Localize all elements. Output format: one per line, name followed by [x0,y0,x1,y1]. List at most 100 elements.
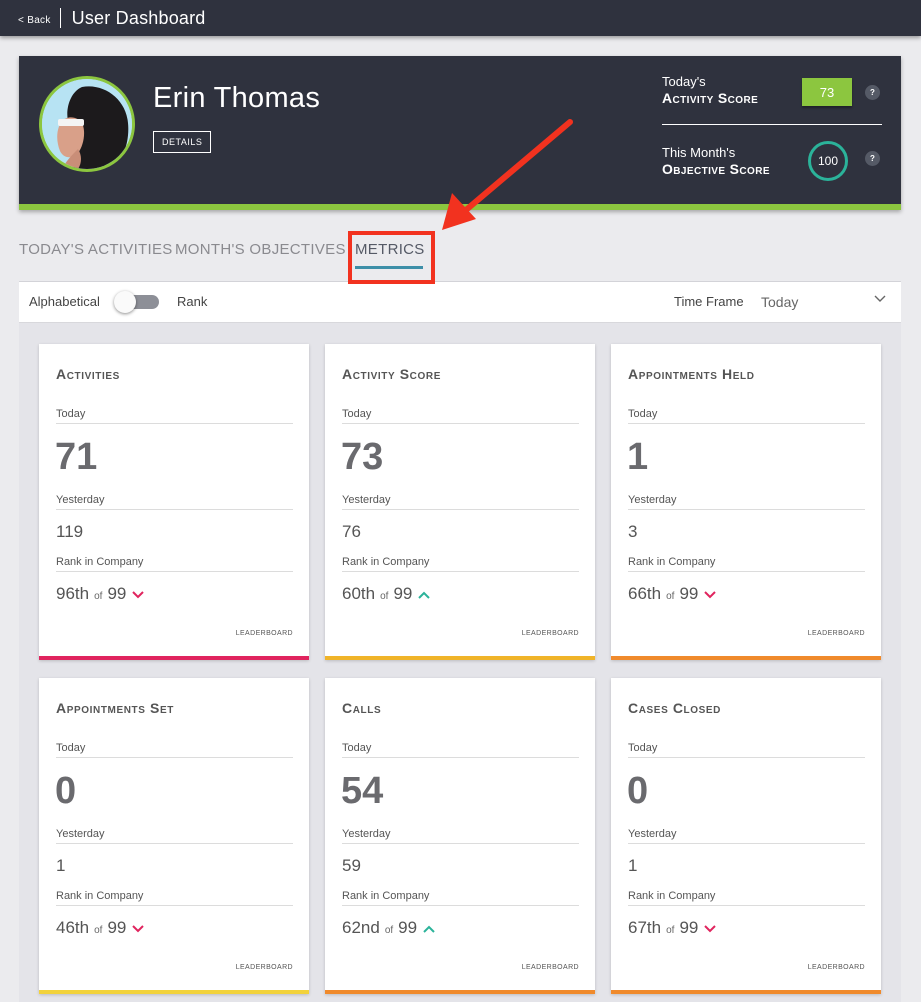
today-label: Today [628,742,865,758]
leaderboard-label: Leaderboard [235,961,293,972]
metric-card: Cases Closed Today 0 Yesterday 1 Rank in Comp… [611,678,881,994]
yesterday-value: 3 [628,522,638,541]
avatar [39,76,135,172]
trend-down-icon [704,925,717,933]
rank-value: 62nd [342,918,380,937]
rank-line: 62nd of 99 [342,918,435,938]
activity-score-value: 73 [802,78,852,106]
metric-title: Activities [56,366,120,382]
leaderboard-label: Leaderboard [235,627,293,638]
today-value: 71 [55,436,98,478]
metric-color-bar [39,990,309,994]
score-divider [662,124,882,125]
rank-total: 99 [107,918,127,937]
rank-line: 67th of 99 [628,918,717,938]
metric-color-bar [611,656,881,660]
tab-months-objectives[interactable]: MONTH'S OBJECTIVES [175,241,346,258]
back-link[interactable]: < Back [18,15,51,26]
rank-total: 99 [393,584,413,603]
objective-score-line2: Objective Score [662,161,770,177]
leaderboard-label: Leaderboard [807,961,865,972]
trend-down-icon [704,591,717,599]
sort-toggle-knob[interactable] [114,291,136,313]
rank-total: 99 [679,918,699,937]
trend-down-icon [132,925,145,933]
rank-value: 96th [56,584,90,603]
metrics-panel: Alphabetical Rank Time Frame Today Activ… [19,281,901,1002]
rank-value: 67th [628,918,662,937]
rank-label: Rank in Company [628,890,865,906]
yesterday-value: 1 [628,856,638,875]
rank-label: Rank in Company [56,890,293,906]
rank-label: Rank in Company [628,556,865,572]
yesterday-label: Yesterday [342,494,579,510]
today-label: Today [342,408,579,424]
rank-label: Rank in Company [342,556,579,572]
sort-alphabetical-label: Alphabetical [29,294,100,309]
today-value: 0 [55,770,77,812]
rank-value: 60th [342,584,376,603]
today-label: Today [628,408,865,424]
controls-bar: Alphabetical Rank Time Frame Today [19,282,901,323]
avatar-photo [42,79,132,169]
metric-color-bar [325,990,595,994]
rank-total: 99 [107,584,127,603]
rank-of-label: of [666,591,675,602]
today-value: 0 [627,770,649,812]
rank-of-label: of [94,591,103,602]
yesterday-label: Yesterday [56,828,293,844]
rank-label: Rank in Company [342,890,579,906]
yesterday-value: 1 [56,856,66,875]
trend-up-icon [423,925,435,933]
trend-up-icon [418,591,431,599]
today-value: 54 [341,770,384,812]
annotation-highlight-box [348,231,435,284]
metric-title: Appointments Held [628,366,755,382]
leaderboard-link[interactable]: Leaderboard [522,627,579,638]
metric-color-bar [611,990,881,994]
sort-rank-label: Rank [177,294,208,309]
rank-line: 46th of 99 [56,918,145,938]
metric-card: Appointments Held Today 1 Yesterday 3 Rank in… [611,344,881,660]
yesterday-value: 59 [342,856,361,875]
leaderboard-label: Leaderboard [521,627,579,638]
metric-card: Activities Today 71 Yesterday 119 Rank in Com… [39,344,309,660]
today-label: Today [342,742,579,758]
yesterday-value: 119 [56,522,84,541]
objective-score-value: 100 [808,141,848,181]
user-header-card: Erin Thomas Details Today's Activity Sco… [19,56,901,210]
leaderboard-link[interactable]: Leaderboard [808,961,865,972]
metric-card: Activity Score Today 73 Yesterday 76 Rank in … [325,344,595,660]
objective-score-help-icon[interactable]: ? [865,151,880,166]
title-separator [59,8,61,28]
rank-line: 66th of 99 [628,584,717,604]
today-value: 1 [627,436,649,478]
user-name: Erin Thomas [153,82,321,114]
yesterday-value: 76 [342,522,361,541]
objective-score-line1: This Month's [662,145,736,160]
metric-title: Activity Score [342,366,441,382]
today-value: 73 [341,436,384,478]
metric-card: Appointments Set Today 0 Yesterday 1 Rank in … [39,678,309,994]
objective-score-label: This Month's Objective Score [662,144,770,178]
metric-title: Calls [342,700,382,716]
rank-value: 66th [628,584,662,603]
chevron-down-icon[interactable] [874,295,886,303]
metric-color-bar [325,656,595,660]
details-button-label: Details [162,137,203,147]
leaderboard-link[interactable]: Leaderboard [522,961,579,972]
activity-score-line1: Today's [662,74,706,89]
details-button[interactable]: Details [153,131,212,153]
yesterday-label: Yesterday [56,494,293,510]
rank-line: 96th of 99 [56,584,145,604]
leaderboard-link[interactable]: Leaderboard [808,627,865,638]
activity-score-help-icon[interactable]: ? [865,85,880,100]
timeframe-select[interactable]: Today [761,294,798,310]
rank-of-label: of [384,925,394,936]
metric-card: Calls Today 54 Yesterday 59 Rank in Company 62… [325,678,595,994]
leaderboard-label: Leaderboard [521,961,579,972]
leaderboard-link[interactable]: Leaderboard [236,627,293,638]
yesterday-label: Yesterday [628,828,865,844]
leaderboard-link[interactable]: Leaderboard [236,961,293,972]
tab-todays-activities[interactable]: TODAY'S ACTIVITIES [19,241,173,258]
